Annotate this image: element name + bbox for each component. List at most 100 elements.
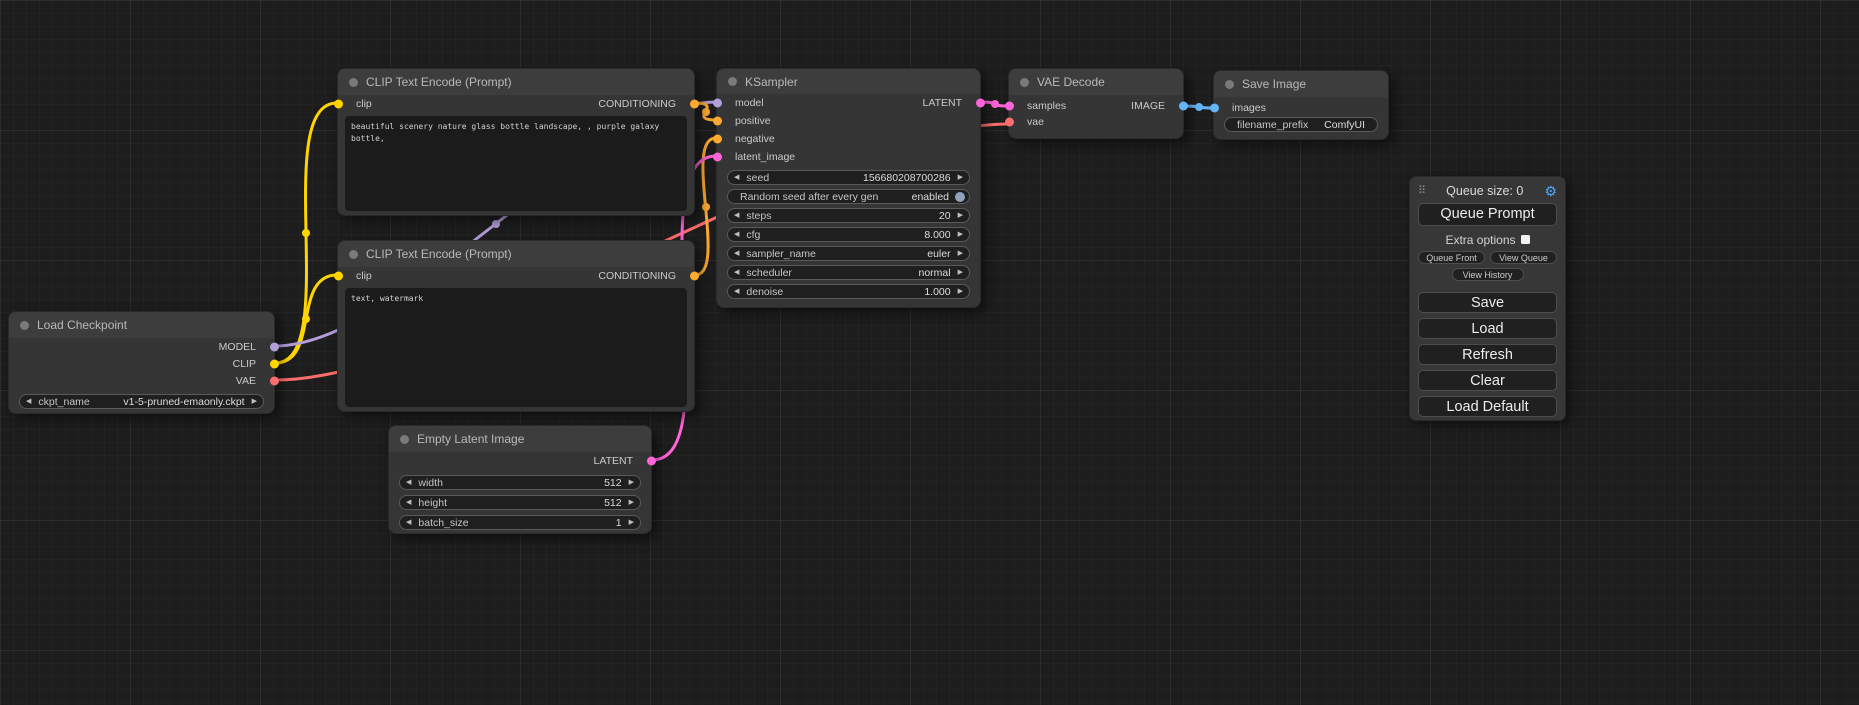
node-vae-decode[interactable]: VAE Decode samples IMAGE vae: [1008, 68, 1184, 139]
widget-cfg[interactable]: ◀ cfg 8.000 ▶: [727, 227, 970, 242]
view-history-button[interactable]: View History: [1452, 268, 1524, 281]
load-default-button[interactable]: Load Default: [1418, 396, 1557, 417]
queue-front-button[interactable]: Queue Front: [1418, 251, 1485, 264]
arrow-left-icon[interactable]: ◀: [734, 231, 739, 238]
node-header[interactable]: Empty Latent Image: [389, 426, 651, 452]
refresh-button[interactable]: Refresh: [1418, 344, 1557, 365]
output-dot-vae[interactable]: [270, 376, 279, 385]
node-header[interactable]: VAE Decode: [1009, 69, 1183, 95]
drag-handle-icon[interactable]: ⠿: [1418, 184, 1425, 197]
arrow-right-icon[interactable]: ▶: [958, 231, 963, 238]
save-button[interactable]: Save: [1418, 292, 1557, 313]
output-dot-latent[interactable]: [647, 457, 656, 466]
widget-batch-size[interactable]: ◀ batch_size 1 ▶: [399, 515, 641, 530]
input-dot-images[interactable]: [1210, 103, 1219, 112]
node-header[interactable]: CLIP Text Encode (Prompt): [338, 69, 694, 95]
widget-label: height: [418, 497, 447, 509]
collapse-dot-icon[interactable]: [349, 78, 358, 87]
input-dot-samples[interactable]: [1005, 101, 1014, 110]
arrow-right-icon[interactable]: ▶: [958, 269, 963, 276]
output-dot-model[interactable]: [270, 342, 279, 351]
gear-icon[interactable]: ⚙: [1544, 184, 1557, 198]
node-load-checkpoint[interactable]: Load Checkpoint MODEL CLIP VAE ◀ ckpt_na…: [8, 311, 275, 414]
collapse-dot-icon[interactable]: [1225, 80, 1234, 89]
node-title: KSampler: [745, 75, 798, 89]
output-dot-conditioning[interactable]: [690, 100, 699, 109]
arrow-left-icon[interactable]: ◀: [734, 288, 739, 295]
graph-canvas[interactable]: Load Checkpoint MODEL CLIP VAE ◀ ckpt_na…: [0, 0, 1859, 705]
view-queue-button[interactable]: View Queue: [1490, 251, 1557, 264]
output-dot-clip[interactable]: [270, 359, 279, 368]
widget-width[interactable]: ◀ width 512 ▶: [399, 475, 641, 490]
node-save-image[interactable]: Save Image images filename_prefix ComfyU…: [1213, 70, 1389, 140]
arrow-right-icon[interactable]: ▶: [252, 398, 257, 405]
arrow-right-icon[interactable]: ▶: [629, 519, 634, 526]
widget-filename-prefix[interactable]: filename_prefix ComfyUI: [1224, 117, 1378, 132]
arrow-right-icon[interactable]: ▶: [629, 499, 634, 506]
node-header[interactable]: Load Checkpoint: [9, 312, 274, 338]
node-ksampler[interactable]: KSampler model LATENT positive negative …: [716, 68, 981, 308]
input-dot-vae[interactable]: [1005, 118, 1014, 127]
collapse-dot-icon[interactable]: [728, 77, 737, 86]
extra-options-checkbox[interactable]: [1521, 235, 1530, 244]
arrow-right-icon[interactable]: ▶: [629, 479, 634, 486]
arrow-right-icon[interactable]: ▶: [958, 288, 963, 295]
arrow-left-icon[interactable]: ◀: [734, 174, 739, 181]
node-header[interactable]: KSampler: [717, 69, 980, 94]
node-clip-text-encode-negative[interactable]: CLIP Text Encode (Prompt) clip CONDITION…: [337, 240, 695, 412]
positive-prompt-textarea[interactable]: beautiful scenery nature glass bottle la…: [345, 116, 687, 211]
input-dot-clip[interactable]: [334, 272, 343, 281]
toggle-indicator-icon[interactable]: [955, 192, 965, 202]
input-dot-latent-image[interactable]: [713, 153, 722, 162]
node-header[interactable]: CLIP Text Encode (Prompt): [338, 241, 694, 267]
queue-panel-header: ⠿ Queue size: 0 ⚙: [1418, 182, 1557, 199]
negative-prompt-textarea[interactable]: text, watermark: [345, 288, 687, 407]
input-dot-clip[interactable]: [334, 100, 343, 109]
link-clip-to-negative-prompt: [275, 275, 337, 363]
input-dot-negative[interactable]: [713, 135, 722, 144]
widget-denoise[interactable]: ◀ denoise 1.000 ▶: [727, 284, 970, 299]
arrow-left-icon[interactable]: ◀: [406, 499, 411, 506]
widget-value: ComfyUI: [1308, 119, 1365, 131]
arrow-left-icon[interactable]: ◀: [734, 250, 739, 257]
output-row-model: MODEL: [9, 338, 274, 355]
arrow-right-icon[interactable]: ▶: [958, 250, 963, 257]
clear-button[interactable]: Clear: [1418, 370, 1557, 391]
node-header[interactable]: Save Image: [1214, 71, 1388, 97]
arrow-right-icon[interactable]: ▶: [958, 174, 963, 181]
widget-steps[interactable]: ◀ steps 20 ▶: [727, 208, 970, 223]
input-row-positive: positive: [717, 112, 980, 130]
widget-scheduler[interactable]: ◀ scheduler normal ▶: [727, 265, 970, 280]
node-clip-text-encode-positive[interactable]: CLIP Text Encode (Prompt) clip CONDITION…: [337, 68, 695, 216]
collapse-dot-icon[interactable]: [400, 435, 409, 444]
load-button[interactable]: Load: [1418, 318, 1557, 339]
arrow-left-icon[interactable]: ◀: [26, 398, 31, 405]
node-empty-latent-image[interactable]: Empty Latent Image LATENT ◀ width 512 ▶ …: [388, 425, 652, 534]
arrow-right-icon[interactable]: ▶: [958, 212, 963, 219]
widget-ckpt-name[interactable]: ◀ ckpt_name v1-5-pruned-emaonly.ckpt ▶: [19, 394, 264, 409]
widget-label: steps: [746, 210, 771, 222]
arrow-left-icon[interactable]: ◀: [734, 212, 739, 219]
input-dot-model[interactable]: [713, 99, 722, 108]
collapse-dot-icon[interactable]: [349, 250, 358, 259]
widget-sampler-name[interactable]: ◀ sampler_name euler ▶: [727, 246, 970, 261]
arrow-left-icon[interactable]: ◀: [406, 479, 411, 486]
view-history-row: View History: [1418, 268, 1557, 281]
widget-seed[interactable]: ◀ seed 156680208700286 ▶: [727, 170, 970, 185]
widget-random-seed-toggle[interactable]: Random seed after every gen enabled: [727, 189, 970, 204]
input-label-latent-image: latent_image: [735, 151, 795, 163]
output-dot-conditioning[interactable]: [690, 272, 699, 281]
arrow-left-icon[interactable]: ◀: [734, 269, 739, 276]
widget-height[interactable]: ◀ height 512 ▶: [399, 495, 641, 510]
arrow-left-icon[interactable]: ◀: [406, 519, 411, 526]
input-row-negative: negative: [717, 130, 980, 148]
link-midpoint-dot: [1195, 103, 1203, 111]
widget-label: seed: [746, 172, 769, 184]
queue-prompt-button[interactable]: Queue Prompt: [1418, 203, 1557, 226]
collapse-dot-icon[interactable]: [20, 321, 29, 330]
output-dot-image[interactable]: [1179, 101, 1188, 110]
output-dot-latent[interactable]: [976, 99, 985, 108]
input-dot-positive[interactable]: [713, 117, 722, 126]
collapse-dot-icon[interactable]: [1020, 78, 1029, 87]
widget-label: scheduler: [746, 267, 792, 279]
